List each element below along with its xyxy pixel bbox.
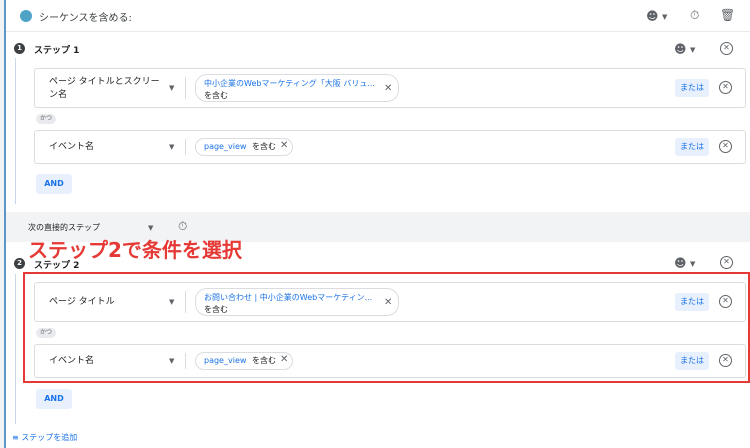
filter-value: page_view <box>204 142 247 151</box>
close-icon[interactable]: ✕ <box>384 83 392 95</box>
timer-off-icon[interactable]: ⏱ <box>178 219 187 234</box>
chevron-down-icon[interactable]: ▼ <box>148 224 153 232</box>
sequence-panel: シーケンスを含める: ☻ ▼ ⏱ 🗑 1 ステップ 1 ☻ ▼ ✕ ページ タイ… <box>4 0 750 448</box>
chevron-down-icon[interactable]: ▼ <box>169 143 174 151</box>
person-icon[interactable]: ☻ <box>646 9 659 23</box>
remove-step-icon[interactable]: ✕ <box>720 42 733 55</box>
dimension-label-line1: ページ タイトルとスクリー <box>49 77 160 87</box>
step-number-badge: 1 <box>14 43 25 54</box>
person-icon[interactable]: ☻ <box>674 42 687 56</box>
remove-step-icon[interactable]: ✕ <box>720 256 733 269</box>
and-button[interactable]: AND <box>36 389 72 409</box>
filter-operator: を含む <box>251 142 276 151</box>
and-connector-badge: かつ <box>36 114 57 124</box>
close-icon[interactable]: ✕ <box>280 140 288 152</box>
caret-down-icon[interactable]: ▼ <box>690 260 695 268</box>
sequence-color-dot <box>20 10 32 22</box>
sequence-title: シーケンスを含める: <box>39 13 132 24</box>
condition-row: イベント名 ▼ page_view を含む ✕ または ✕ <box>34 130 746 164</box>
and-button[interactable]: AND <box>36 174 72 194</box>
person-icon[interactable]: ☻ <box>674 256 687 270</box>
divider <box>185 77 186 99</box>
dimension-label-line2: ン名 <box>49 90 68 100</box>
or-button[interactable]: または <box>675 138 709 156</box>
remove-condition-icon[interactable]: ✕ <box>719 81 732 94</box>
timing-select[interactable]: 次の直接的ステップ <box>28 222 100 233</box>
filter-value: 中小企業のWebマーケティング「大阪 バリュ... <box>204 79 375 88</box>
filter-chip[interactable]: 中小企業のWebマーケティング「大阪 バリュ... を含む ✕ <box>195 74 399 102</box>
condition-row: ページ タイトルとスクリー ン名 ▼ 中小企業のWebマーケティング「大阪 バリ… <box>34 68 746 108</box>
filter-chip[interactable]: page_view を含む ✕ <box>195 138 293 156</box>
trash-icon[interactable]: 🗑 <box>720 8 735 22</box>
remove-condition-icon[interactable]: ✕ <box>719 140 732 153</box>
caret-down-icon[interactable]: ▼ <box>662 13 667 21</box>
filter-operator: を含む <box>204 91 228 100</box>
add-step-label: ステップを追加 <box>21 433 78 442</box>
timer-off-icon[interactable]: ⏱ <box>690 8 699 22</box>
highlight-box <box>23 272 750 383</box>
annotation-text: ステップ2で条件を選択 <box>28 238 242 262</box>
sequence-header: シーケンスを含める: ☻ ▼ ⏱ 🗑 <box>6 0 750 32</box>
divider <box>185 139 186 155</box>
step-connector <box>15 58 16 204</box>
chevron-down-icon[interactable]: ▼ <box>169 84 174 92</box>
list-add-icon: ≡ <box>12 433 19 442</box>
step-connector <box>15 274 16 424</box>
step-label: ステップ 1 <box>34 46 80 56</box>
add-step-link[interactable]: ≡ ステップを追加 <box>12 432 77 443</box>
dimension-selector[interactable]: イベント名 <box>49 141 94 154</box>
step-number-badge: 2 <box>14 258 25 269</box>
caret-down-icon[interactable]: ▼ <box>690 46 695 54</box>
or-button[interactable]: または <box>675 79 709 97</box>
dimension-selector[interactable]: ページ タイトルとスクリー ン名 <box>49 76 160 102</box>
